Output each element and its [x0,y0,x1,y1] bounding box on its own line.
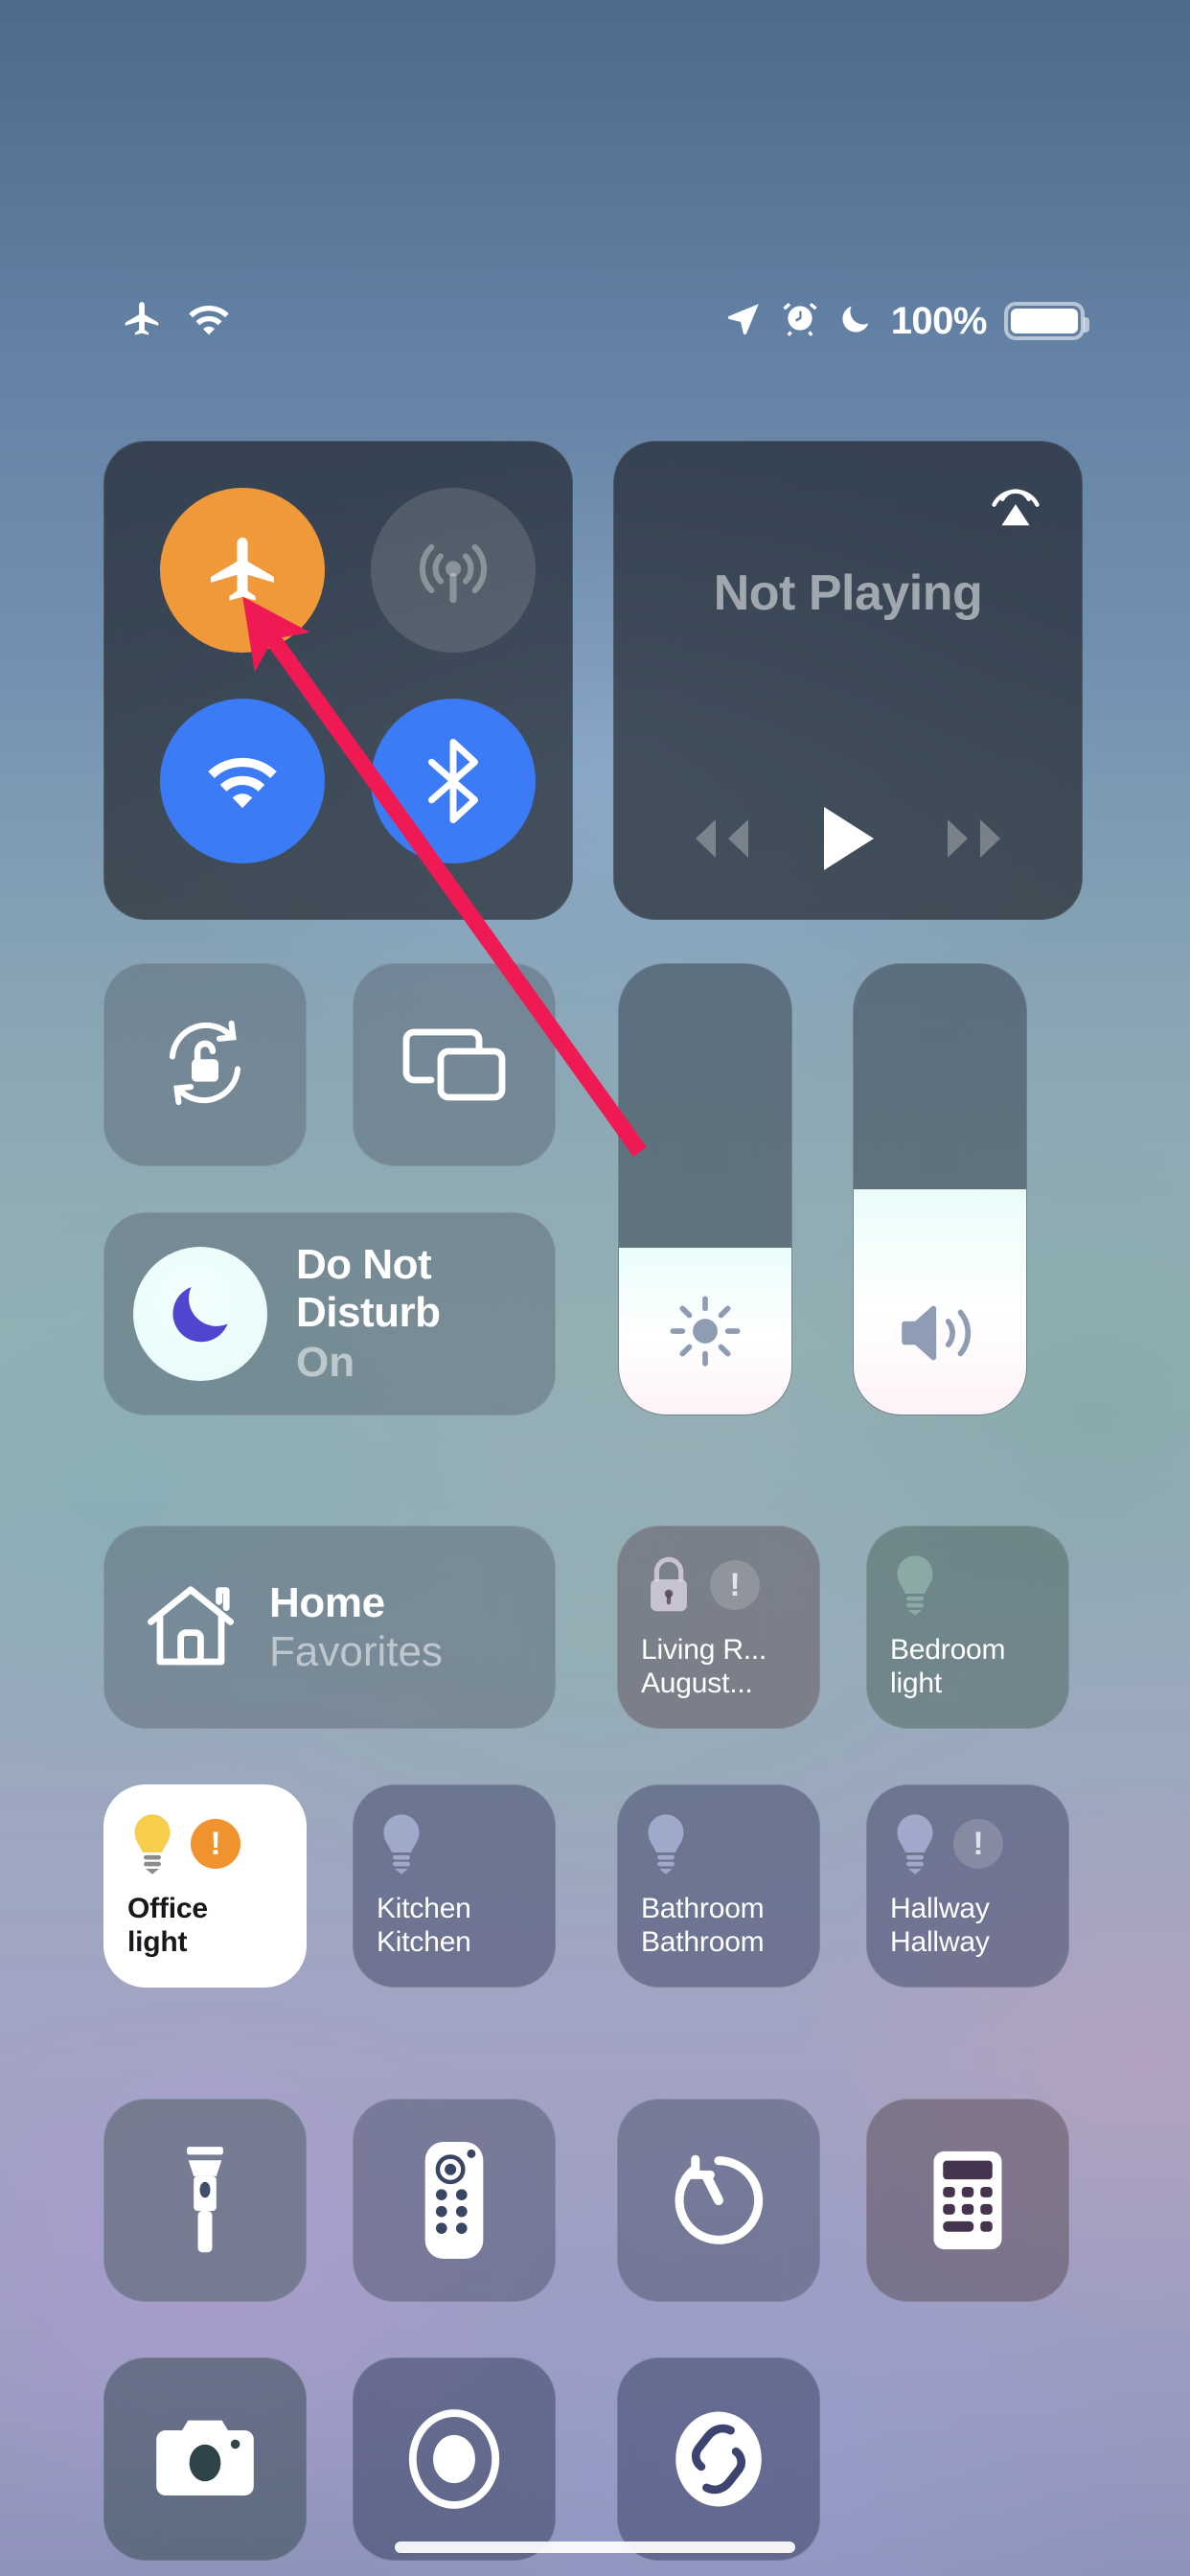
screen-record-icon [408,2409,500,2509]
home-text-block: Home Favorites [269,1578,443,1676]
cellular-data-toggle[interactable] [371,488,536,653]
lightbulb-icon [383,1814,420,1874]
calculator-button[interactable] [866,2099,1069,2302]
accessory-label-line1: Office [127,1893,208,1924]
screen-mirroring-icon [402,1028,506,1101]
now-playing-controls [614,803,1082,879]
volume-slider[interactable] [853,963,1027,1415]
accessory-label-line2: Hallway [890,1925,990,1958]
accessory-label-line1: Living R... [641,1634,767,1666]
now-playing-title: Not Playing [713,565,983,621]
camera-icon [156,2420,254,2496]
brightness-slider[interactable] [618,963,792,1415]
screen-mirroring-button[interactable] [353,963,556,1166]
accessory-label-line1: Bathroom [641,1893,765,1924]
camera-button[interactable] [103,2358,307,2561]
dnd-text-block: Do Not Disturb On [296,1241,555,1386]
dnd-status: On [296,1338,355,1386]
lock-icon [651,1556,687,1612]
speaker-volume-icon [854,1294,1026,1372]
accessory-icon-row: ! [127,1808,285,1879]
rewind-icon[interactable] [681,814,754,868]
lightbulb-icon [134,1814,171,1874]
accessory-bedroom-light[interactable]: Bedroom light [866,1526,1069,1729]
timer-icon [675,2154,764,2244]
accessory-label-line2: light [890,1667,943,1699]
brightness-sun-icon [619,1290,791,1372]
accessory-office-light[interactable]: ! Office light [103,1784,307,1988]
accessory-label-line2: Bathroom [641,1925,765,1958]
connectivity-module [103,441,573,920]
timer-button[interactable] [617,2099,820,2302]
rotation-lock-icon [151,1009,259,1121]
warning-badge-icon: ! [710,1560,760,1610]
accessory-label: Office light [127,1893,285,1960]
flashlight-icon [187,2147,223,2253]
control-center: Not Playing Do Not Disturb On Home Favor… [0,0,1190,2576]
rotation-lock-button[interactable] [103,963,307,1166]
accessory-icon-row: ! [641,1550,798,1621]
shazam-icon [675,2411,762,2507]
play-icon[interactable] [818,803,878,879]
lightbulb-icon [897,1555,933,1616]
accessory-label: Kitchen Kitchen [377,1893,534,1960]
dnd-icon-circle [133,1247,267,1381]
calculator-icon [933,2150,1002,2250]
warning-badge-icon: ! [953,1819,1003,1869]
home-indicator [395,2542,795,2553]
warning-badge-icon: ! [191,1819,240,1869]
accessory-icon-row [890,1550,1047,1621]
accessory-label-line2: Kitchen [377,1925,471,1958]
accessory-label: Bathroom Bathroom [641,1893,798,1960]
wifi-toggle[interactable] [160,699,325,863]
airplane-mode-toggle[interactable] [160,488,325,653]
accessory-icon-row [377,1808,534,1879]
tv-remote-icon [424,2141,484,2260]
shazam-button[interactable] [617,2358,820,2561]
accessory-hallway-light[interactable]: ! Hallway Hallway [866,1784,1069,1988]
accessory-label: Bedroom light [890,1634,1047,1701]
dnd-title: Do Not Disturb [296,1241,441,1337]
accessory-label-line1: Kitchen [377,1893,471,1924]
home-subtitle: Favorites [269,1628,443,1675]
accessory-label-line2: light [127,1925,188,1958]
accessory-living-room-lock[interactable]: ! Living R... August... [617,1526,820,1729]
accessory-bathroom-light[interactable]: Bathroom Bathroom [617,1784,820,1988]
bluetooth-toggle[interactable] [371,699,536,863]
now-playing-module[interactable]: Not Playing [613,441,1083,920]
flashlight-button[interactable] [103,2099,307,2302]
accessory-label: Living R... August... [641,1634,798,1701]
accessory-label-line2: August... [641,1667,753,1699]
lightbulb-icon [897,1814,933,1874]
screen-recording-button[interactable] [353,2358,556,2561]
accessory-label: Hallway Hallway [890,1893,1047,1960]
apple-tv-remote-button[interactable] [353,2099,556,2302]
accessory-icon-row: ! [890,1808,1047,1879]
accessory-label-line1: Bedroom [890,1634,1006,1666]
accessory-label-line1: Hallway [890,1893,990,1924]
accessory-icon-row [641,1808,798,1879]
airplay-audio-icon[interactable] [982,467,1049,534]
home-tile[interactable]: Home Favorites [103,1526,556,1729]
lightbulb-icon [648,1814,684,1874]
home-title: Home [269,1578,385,1626]
fast-forward-icon[interactable] [942,814,1015,868]
do-not-disturb-tile[interactable]: Do Not Disturb On [103,1212,556,1415]
house-icon [148,1586,234,1666]
moon-icon [172,1287,228,1343]
accessory-kitchen-light[interactable]: Kitchen Kitchen [353,1784,556,1988]
